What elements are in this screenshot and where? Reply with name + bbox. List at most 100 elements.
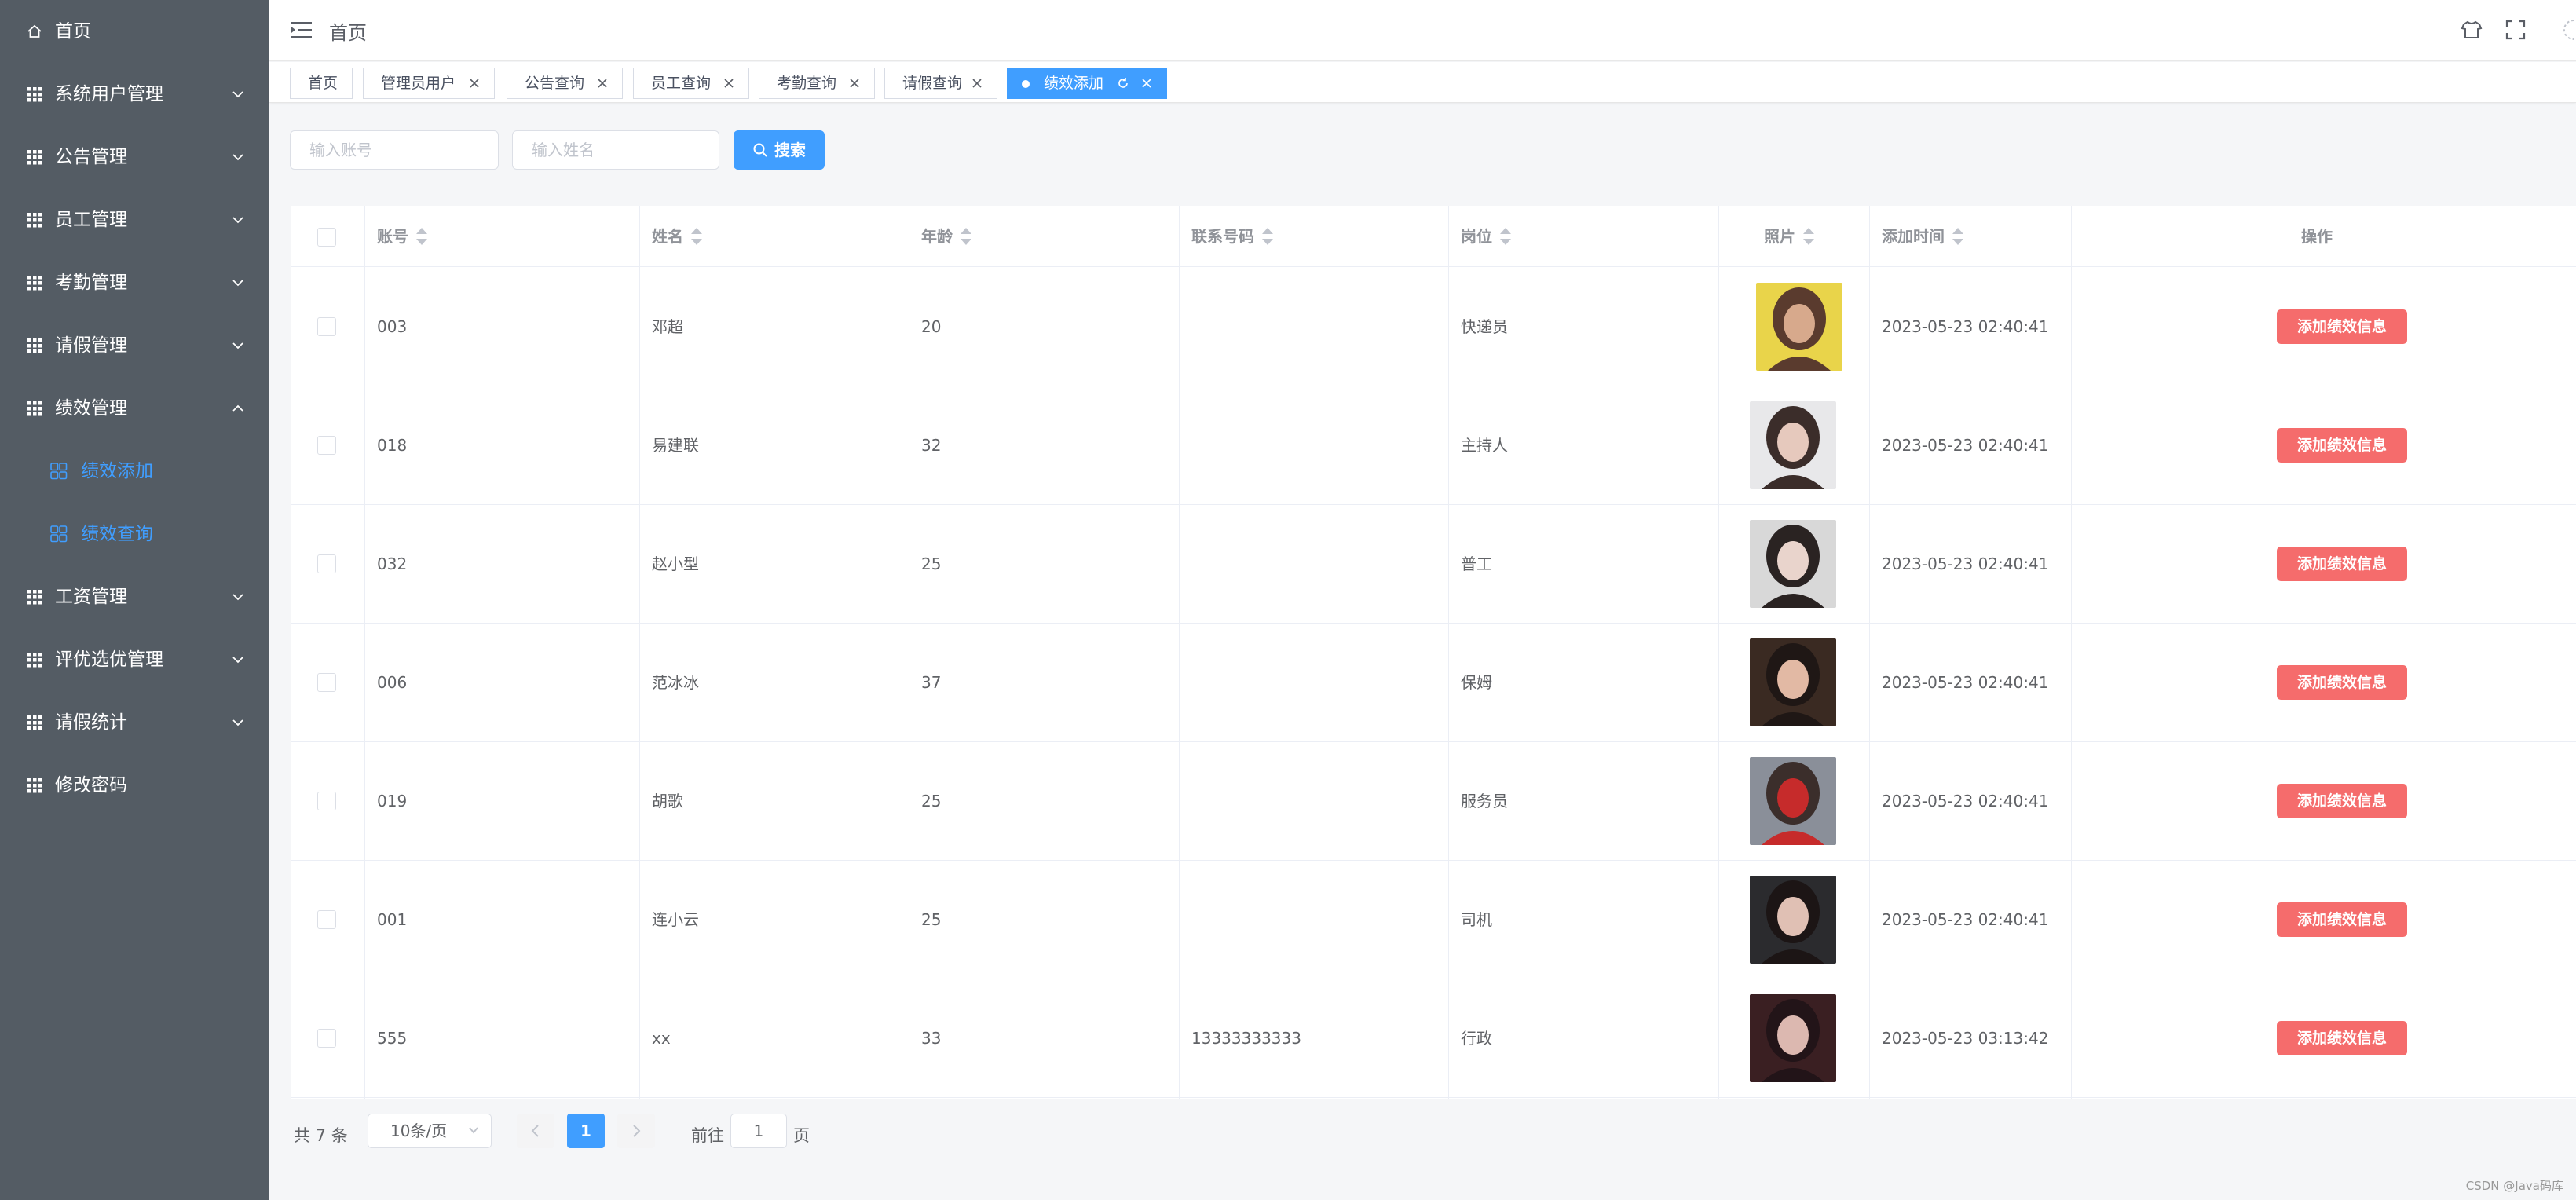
add-performance-button[interactable]: 添加绩效信息	[2277, 547, 2407, 581]
grid-icon	[27, 590, 42, 605]
tag-label: 首页	[308, 75, 338, 92]
employee-photo	[1750, 401, 1836, 489]
sidebar-item-6[interactable]: 请假管理	[0, 314, 269, 377]
sort-caret-icon[interactable]	[1500, 227, 1511, 245]
add-performance-button[interactable]: 添加绩效信息	[2277, 665, 2407, 700]
active-dot-icon	[1022, 80, 1030, 88]
page-size-select[interactable]: 10条/页	[368, 1114, 492, 1148]
select-all-checkbox[interactable]	[317, 228, 336, 247]
tag-1[interactable]: 首页	[290, 68, 353, 99]
close-icon[interactable]	[595, 76, 609, 90]
sort-caret-icon[interactable]	[961, 227, 971, 245]
tag-7[interactable]: 绩效添加	[1007, 68, 1167, 99]
sidebar-item-label: 修改密码	[55, 775, 127, 796]
close-icon[interactable]	[847, 76, 862, 90]
row-checkbox[interactable]	[317, 792, 336, 810]
close-icon[interactable]	[467, 76, 481, 90]
column-header-7[interactable]: 添加时间	[1882, 206, 1963, 267]
add-performance-button[interactable]: 添加绩效信息	[2277, 784, 2407, 818]
page-number-1[interactable]: 1	[567, 1114, 605, 1148]
sidebar-item-8[interactable]: 工资管理	[0, 565, 269, 628]
account-search-input[interactable]: 输入账号	[290, 130, 499, 170]
cell-name: xx	[652, 1029, 671, 1048]
close-icon[interactable]	[970, 76, 984, 90]
column-header-3[interactable]: 年龄	[921, 206, 971, 267]
add-performance-button[interactable]: 添加绩效信息	[2277, 309, 2407, 344]
row-checkbox[interactable]	[317, 673, 336, 692]
search-button[interactable]: 搜索	[734, 130, 825, 170]
tag-3[interactable]: 公告查询	[507, 68, 623, 99]
cell-name: 连小云	[652, 910, 699, 929]
name-search-input[interactable]: 输入姓名	[512, 130, 719, 170]
tag-6[interactable]: 请假查询	[884, 68, 997, 99]
cell-post: 行政	[1461, 1029, 1492, 1048]
chevron-down-icon	[469, 1127, 478, 1134]
refresh-icon[interactable]	[1116, 76, 1130, 90]
sidebar-item-9[interactable]: 评优选优管理	[0, 628, 269, 691]
add-performance-button[interactable]: 添加绩效信息	[2277, 902, 2407, 937]
breadcrumb[interactable]: 首页	[329, 17, 367, 45]
employee-photo	[1750, 994, 1836, 1082]
row-checkbox[interactable]	[317, 554, 336, 573]
apps-icon	[50, 463, 68, 480]
chevron-down-icon	[232, 280, 243, 287]
column-header-4[interactable]: 联系号码	[1191, 206, 1273, 267]
tag-4[interactable]: 员工查询	[633, 68, 749, 99]
theme-shirt-icon[interactable]	[2461, 19, 2483, 41]
cell-post: 保姆	[1461, 673, 1492, 692]
table-row: 018 易建联 32 主持人 2023-05-23 02:40:41 添加绩效信息	[291, 386, 2576, 505]
column-header-5[interactable]: 岗位	[1461, 206, 1511, 267]
sidebar-item-label: 评优选优管理	[55, 649, 163, 670]
tag-label: 公告查询	[525, 75, 585, 92]
table-row: 019 胡歌 25 服务员 2023-05-23 02:40:41 添加绩效信息	[291, 742, 2576, 861]
sidebar-item-3[interactable]: 公告管理	[0, 126, 269, 188]
cell-age: 25	[921, 554, 942, 573]
row-checkbox[interactable]	[317, 1029, 336, 1048]
sidebar-subitem-2[interactable]: 绩效查询	[0, 503, 269, 565]
sidebar-item-4[interactable]: 员工管理	[0, 188, 269, 251]
sidebar-item-1[interactable]: 首页	[0, 0, 269, 63]
employee-photo	[1750, 757, 1836, 845]
cell-post: 服务员	[1461, 792, 1508, 810]
tag-2[interactable]: 管理员用户	[363, 68, 495, 99]
column-header-6[interactable]: 照片	[1764, 206, 1814, 267]
row-checkbox[interactable]	[317, 910, 336, 929]
close-icon[interactable]	[722, 76, 736, 90]
prev-page-button[interactable]	[517, 1114, 554, 1148]
cell-name: 胡歌	[652, 792, 683, 810]
row-checkbox[interactable]	[317, 436, 336, 455]
sort-caret-icon[interactable]	[1262, 227, 1273, 245]
sidebar-subitem-1[interactable]: 绩效添加	[0, 440, 269, 503]
sidebar-item-11[interactable]: 修改密码	[0, 754, 269, 817]
add-performance-button[interactable]: 添加绩效信息	[2277, 428, 2407, 463]
column-header-1[interactable]: 账号	[377, 206, 427, 267]
sort-caret-icon[interactable]	[691, 227, 702, 245]
sort-caret-icon[interactable]	[1952, 227, 1963, 245]
sidebar-item-5[interactable]: 考勤管理	[0, 251, 269, 314]
avatar[interactable]	[2558, 19, 2574, 41]
cell-account: 032	[377, 554, 408, 573]
sidebar-subitem-label: 绩效添加	[81, 461, 153, 481]
next-page-button[interactable]	[617, 1114, 655, 1148]
sort-caret-icon[interactable]	[416, 227, 427, 245]
sort-caret-icon[interactable]	[1803, 227, 1814, 245]
grid-icon	[27, 87, 42, 102]
cell-account: 019	[377, 792, 408, 810]
fullscreen-icon[interactable]	[2505, 19, 2527, 41]
hamburger-menu-icon[interactable]	[291, 20, 312, 39]
employee-photo	[1750, 876, 1836, 964]
column-header-2[interactable]: 姓名	[652, 206, 702, 267]
sidebar-item-10[interactable]: 请假统计	[0, 691, 269, 754]
add-performance-button[interactable]: 添加绩效信息	[2277, 1021, 2407, 1055]
tag-5[interactable]: 考勤查询	[759, 68, 875, 99]
grid-icon	[27, 653, 42, 668]
top-header: 首页	[269, 0, 2576, 61]
sidebar-item-2[interactable]: 系统用户管理	[0, 63, 269, 126]
sidebar-item-7[interactable]: 绩效管理	[0, 377, 269, 440]
employee-photo	[1756, 283, 1842, 371]
cell-account: 006	[377, 673, 408, 692]
close-icon[interactable]	[1140, 76, 1154, 90]
row-checkbox[interactable]	[317, 317, 336, 336]
goto-page-input[interactable]: 1	[730, 1114, 787, 1148]
tag-label: 考勤查询	[777, 75, 837, 92]
